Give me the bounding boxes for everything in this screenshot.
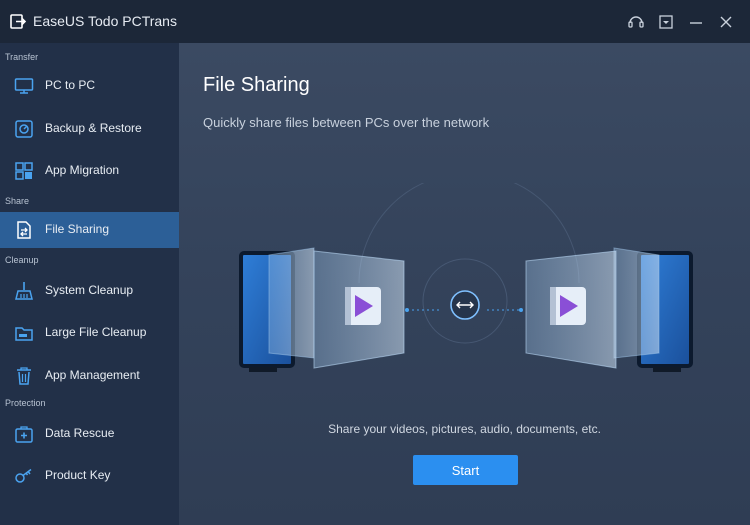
sidebar-item-data-rescue[interactable]: Data Rescue xyxy=(0,416,179,452)
sidebar-item-app-management[interactable]: App Management xyxy=(0,358,179,394)
left-pc-icon xyxy=(239,247,405,372)
sidebar-item-app-migration[interactable]: App Migration xyxy=(0,153,179,189)
file-sharing-icon xyxy=(17,221,31,239)
section-label-share: Share xyxy=(5,196,30,206)
app-logo-icon xyxy=(10,14,27,29)
sidebar-item-label: Data Rescue xyxy=(45,426,115,440)
key-icon xyxy=(15,468,32,483)
sidebar-item-system-cleanup[interactable]: System Cleanup xyxy=(0,273,179,309)
dropdown-menu-icon[interactable] xyxy=(656,12,676,32)
minimize-icon[interactable] xyxy=(686,12,706,32)
app-window: EaseUS Todo PCTrans Transfer PC to PC Ba… xyxy=(0,0,750,525)
start-button[interactable]: Start xyxy=(413,455,518,485)
sidebar-item-backup-restore[interactable]: Backup & Restore xyxy=(0,111,179,147)
broom-icon xyxy=(15,282,33,300)
close-icon[interactable] xyxy=(716,12,736,32)
section-label-protection: Protection xyxy=(5,398,46,408)
large-file-icon xyxy=(15,327,33,341)
section-label-cleanup: Cleanup xyxy=(5,255,39,265)
sidebar-item-product-key[interactable]: Product Key xyxy=(0,458,179,494)
right-pc-icon xyxy=(525,247,693,372)
title-bar: EaseUS Todo PCTrans xyxy=(0,0,750,43)
support-icon[interactable] xyxy=(626,12,646,32)
transfer-arrows-icon xyxy=(450,290,480,320)
trash-icon xyxy=(17,367,31,385)
sidebar-item-label: Backup & Restore xyxy=(45,121,142,135)
file-sharing-illustration xyxy=(239,183,693,372)
sidebar-item-pc-to-pc[interactable]: PC to PC xyxy=(0,68,179,104)
share-caption: Share your videos, pictures, audio, docu… xyxy=(328,422,601,436)
rescue-kit-icon xyxy=(15,426,33,443)
sidebar-item-label: App Migration xyxy=(45,163,120,177)
sidebar-item-large-file-cleanup[interactable]: Large File Cleanup xyxy=(0,315,179,351)
backup-icon xyxy=(15,120,33,138)
sidebar-item-label: Product Key xyxy=(45,468,111,482)
app-title: EaseUS Todo PCTrans xyxy=(33,13,177,29)
page-title: File Sharing xyxy=(203,74,310,96)
sidebar: Transfer PC to PC Backup & Restore App M… xyxy=(0,43,179,525)
page-subtitle: Quickly share files between PCs over the… xyxy=(203,115,490,130)
main-panel: File Sharing Quickly share files between… xyxy=(179,43,750,525)
sidebar-item-file-sharing[interactable]: File Sharing xyxy=(0,212,179,248)
sidebar-item-label: App Management xyxy=(45,368,140,382)
monitor-icon xyxy=(14,78,34,94)
section-label-transfer: Transfer xyxy=(5,52,39,62)
sidebar-item-label: System Cleanup xyxy=(45,283,134,297)
app-migration-icon xyxy=(15,162,33,180)
sidebar-item-label: Large File Cleanup xyxy=(45,325,147,339)
sidebar-item-label: PC to PC xyxy=(45,78,96,92)
sidebar-item-label: File Sharing xyxy=(45,222,110,236)
